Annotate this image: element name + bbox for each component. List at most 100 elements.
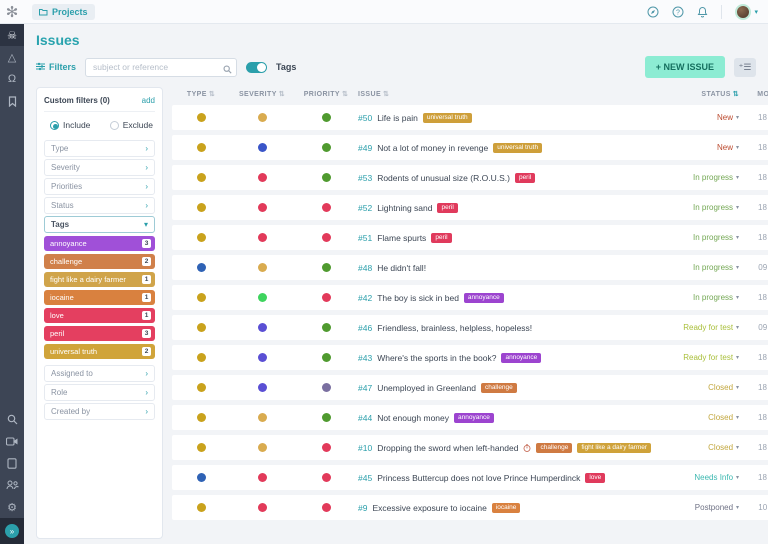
add-filter-link[interactable]: add [142,96,155,105]
issue-id-link[interactable]: #52 [358,203,372,213]
column-header-issue[interactable]: ISSUE⇅ [358,90,651,98]
issue-id-link[interactable]: #45 [358,473,372,483]
modified-date: 18 Jan 2021 [739,173,768,182]
filters-button[interactable]: Filters [36,62,76,73]
priority-cell [294,293,358,302]
status-dropdown[interactable]: Needs Info▾ [651,473,739,482]
status-dropdown[interactable]: Closed▾ [651,443,739,452]
bookmark-icon[interactable] [0,90,24,112]
column-header-modified[interactable]: MODIFIED⇅ [739,90,768,98]
sidebar-collapse-button[interactable]: » [5,524,19,538]
type-cell [172,383,230,392]
filter-tag-universal-truth[interactable]: universal truth2 [44,344,155,359]
issue-tag: annoyance [454,413,494,423]
column-settings-button[interactable]: ⁺☰ [734,58,756,77]
main-content: Issues Filters Tags + NEW ISSUE ⁺☰ [24,24,768,544]
issue-tag: annoyance [501,353,541,363]
gear-icon[interactable]: ⚙ [0,496,24,518]
filter-section-role[interactable]: Role› [44,384,155,401]
new-issue-button[interactable]: + NEW ISSUE [645,56,725,78]
search-icon[interactable] [0,408,24,430]
status-dropdown[interactable]: In progress▾ [651,263,739,272]
status-dropdown[interactable]: In progress▾ [651,173,739,182]
nav-bottom-block: » [0,518,24,544]
filter-section-created-by[interactable]: Created by› [44,403,155,420]
filter-tag-annoyance[interactable]: annoyance3 [44,236,155,251]
column-header-type[interactable]: TYPE⇅ [172,90,230,98]
horseshoe-icon[interactable]: Ω [0,68,24,90]
tracker-icon[interactable]: △ [0,46,24,68]
pirate-project-icon[interactable]: ☠ [0,24,24,46]
severity-dot [258,503,267,512]
exclude-radio[interactable]: Exclude [110,120,153,130]
column-header-status[interactable]: STATUS⇅ [651,90,739,98]
status-dropdown[interactable]: New▾ [651,113,739,122]
issue-id-link[interactable]: #49 [358,143,372,153]
issue-id-link[interactable]: #43 [358,353,372,363]
issue-id-link[interactable]: #9 [358,503,367,513]
issues-table: TYPE⇅SEVERITY⇅PRIORITY⇅ISSUE⇅STATUS⇅MODI… [172,87,768,525]
type-dot [197,383,206,392]
user-menu[interactable]: ▾ [735,4,758,20]
app-logo[interactable]: ✻ [0,0,24,24]
device-icon[interactable] [0,452,24,474]
status-dropdown[interactable]: In progress▾ [651,293,739,302]
filter-tag-challenge[interactable]: challenge2 [44,254,155,269]
priority-cell [294,113,358,122]
issue-id-link[interactable]: #10 [358,443,372,453]
filter-tag-fight-like-a-dairy-farmer[interactable]: fight like a dairy farmer1 [44,272,155,287]
compass-icon[interactable] [647,6,659,18]
issue-id-link[interactable]: #51 [358,233,372,243]
filter-tag-peril[interactable]: peril3 [44,326,155,341]
filter-section-status[interactable]: Status› [44,197,155,214]
type-dot [197,503,206,512]
people-icon[interactable] [0,474,24,496]
issue-id-link[interactable]: #46 [358,323,372,333]
modified-date: 18 Jan 2021 [739,353,768,362]
severity-dot [258,323,267,332]
issue-tag: peril [515,173,535,183]
filter-tag-iocaine[interactable]: iocaine1 [44,290,155,305]
search-wrap [85,57,237,77]
search-input[interactable] [85,58,237,77]
status-label: Closed [708,383,733,392]
filter-section-priorities[interactable]: Priorities› [44,178,155,195]
issue-id-link[interactable]: #42 [358,293,372,303]
filter-tag-love[interactable]: love1 [44,308,155,323]
status-dropdown[interactable]: In progress▾ [651,233,739,242]
issue-id-link[interactable]: #53 [358,173,372,183]
filter-section-assigned-to[interactable]: Assigned to› [44,365,155,382]
filter-section-severity[interactable]: Severity› [44,159,155,176]
tags-toggle[interactable] [246,62,267,73]
issue-id-link[interactable]: #50 [358,113,372,123]
help-icon[interactable]: ? [672,6,684,18]
severity-dot [258,473,267,482]
status-dropdown[interactable]: In progress▾ [651,203,739,212]
filters-label: Filters [49,62,76,72]
toolbar: Filters Tags + NEW ISSUE ⁺☰ [36,56,756,78]
video-icon[interactable] [0,430,24,452]
filter-section-tags[interactable]: Tags ▾ [44,216,155,233]
user-avatar [735,4,751,20]
status-dropdown[interactable]: Ready for test▾ [651,353,739,362]
status-dropdown[interactable]: Postponed▾ [651,503,739,512]
issue-id-link[interactable]: #44 [358,413,372,423]
filter-section-type[interactable]: Type› [44,140,155,157]
chevron-right-icon: › [145,201,148,210]
issue-id-link[interactable]: #48 [358,263,372,273]
include-radio[interactable]: Include [50,120,90,130]
severity-cell [230,113,294,122]
status-dropdown[interactable]: Ready for test▾ [651,323,739,332]
column-header-severity[interactable]: SEVERITY⇅ [230,90,294,98]
projects-button[interactable]: Projects [32,4,95,20]
column-header-priority[interactable]: PRIORITY⇅ [294,90,358,98]
column-header-label: PRIORITY [304,91,340,98]
issue-tag: fight like a dairy farmer [577,443,651,453]
issue-cell: #52Lightning sandperil [358,203,651,213]
status-dropdown[interactable]: New▾ [651,143,739,152]
status-dropdown[interactable]: Closed▾ [651,383,739,392]
issue-id-link[interactable]: #47 [358,383,372,393]
modified-date: 18 Jan 2021 [739,413,768,422]
bell-icon[interactable] [697,6,708,18]
status-dropdown[interactable]: Closed▾ [651,413,739,422]
